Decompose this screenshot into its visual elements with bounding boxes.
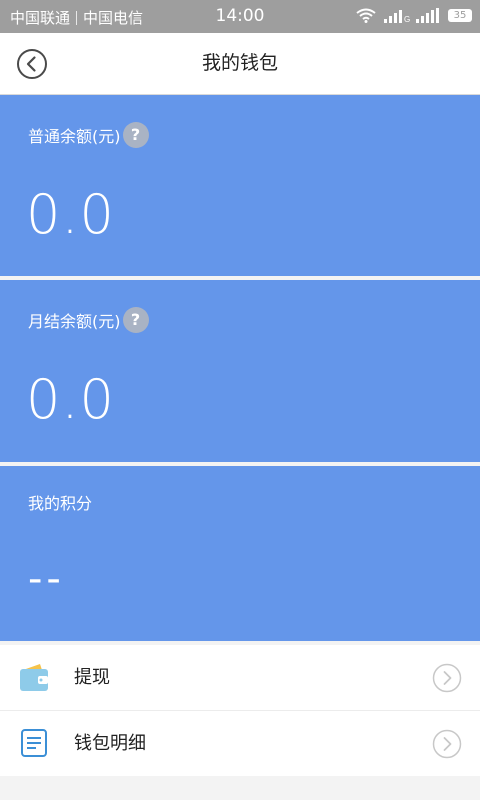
card-label-row: 我的积分: [28, 490, 92, 514]
card-label-row: 月结余额(元) ?: [28, 307, 149, 333]
help-icon[interactable]: ?: [122, 307, 149, 333]
balance-card-regular: 普通余额(元) ? 0.0: [0, 95, 480, 276]
card-label: 我的积分: [28, 494, 93, 513]
chevron-right-icon: [432, 663, 462, 693]
signal-icon-2: [416, 8, 439, 23]
card-value: 0.0: [26, 368, 115, 431]
svg-text:G: G: [404, 15, 410, 23]
title-bar: 我的钱包: [0, 33, 480, 95]
system-icons: G 35: [356, 8, 472, 23]
card-label: 月结余额(元): [28, 312, 121, 331]
signal-icon-1: G: [384, 10, 410, 23]
wallet-icon: [20, 664, 48, 691]
card-value: --: [28, 556, 65, 602]
wifi-icon: [356, 8, 376, 23]
menu-item-withdraw[interactable]: 提现: [0, 645, 480, 710]
status-bar: 中国联通 中国电信 14:00 G 35: [0, 0, 480, 33]
points-card: 我的积分 --: [0, 466, 480, 641]
chevron-right-icon: [432, 729, 462, 759]
battery-indicator: 35: [448, 9, 472, 22]
back-button[interactable]: [16, 48, 48, 80]
page-title: 我的钱包: [201, 52, 278, 74]
help-icon[interactable]: ?: [122, 122, 149, 148]
document-list-icon: [21, 729, 47, 757]
card-value: 0.0: [26, 183, 115, 246]
card-label-row: 普通余额(元) ?: [28, 122, 149, 148]
screen: 中国联通 中国电信 14:00 G 35 我的钱包 普通余额(元) ? 0.0 …: [0, 0, 480, 800]
menu-item-wallet-details[interactable]: 钱包明细: [0, 710, 480, 776]
card-label: 普通余额(元): [28, 127, 121, 146]
back-arrow-icon: [17, 49, 47, 79]
balance-card-monthly: 月结余额(元) ? 0.0: [0, 280, 480, 462]
wallet-menu: 提现 钱包明细: [0, 645, 480, 776]
menu-item-label: 钱包明细: [74, 733, 146, 754]
menu-item-label: 提现: [74, 667, 110, 688]
